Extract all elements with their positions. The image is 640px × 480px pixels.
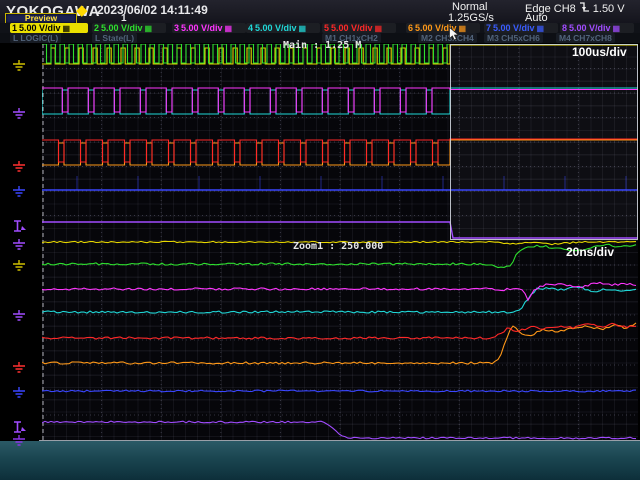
grid-icon: ▦: [458, 23, 467, 33]
state-label[interactable]: L State(L): [92, 33, 138, 43]
grid-icon: ▦: [298, 23, 307, 33]
ground-level-marker[interactable]: [12, 362, 28, 380]
mouse-cursor-icon: [449, 26, 460, 46]
top-status-bar: YOKOGAWA ◆ 2023/06/02 14:11:49 1 Preview…: [0, 0, 640, 43]
main-window-label: Main : 1.25 M: [283, 40, 362, 51]
channel-1-vdiv[interactable]: 1 5.00 V/div ▦: [10, 23, 88, 33]
channel-settings-row: 1 5.00 V/div ▦ 2 5.00 V/div ▦ 3 5.00 V/div ▦ 4…: [0, 23, 640, 33]
main-timebase-label: 100us/div: [572, 45, 627, 59]
falling-edge-icon: [579, 1, 590, 16]
ground-level-marker[interactable]: [12, 239, 28, 257]
oscilloscope-screen: YOKOGAWA ◆ 2023/06/02 14:11:49 1 Preview…: [0, 0, 640, 480]
ground-level-marker[interactable]: [12, 186, 28, 204]
plot-bottom-border: [39, 440, 640, 441]
ground-level-marker[interactable]: [12, 310, 28, 328]
math4-label[interactable]: M4 CH7xCH8: [556, 33, 615, 43]
grid-icon: ▦: [374, 23, 383, 33]
channel-5-vdiv[interactable]: 5 5.00 V/div ▦: [322, 23, 396, 33]
ground-level-marker[interactable]: [12, 387, 28, 405]
ground-level-marker[interactable]: [12, 161, 28, 179]
ground-level-marker[interactable]: [12, 108, 28, 126]
zoom-window-label: Zoom1 : 250.000: [293, 241, 384, 252]
zoom-timebase-label: 20ns/div: [566, 245, 615, 259]
grid-icon: ▦: [224, 23, 233, 33]
grid-icon: ▦: [612, 23, 621, 33]
ground-level-marker[interactable]: [12, 60, 28, 78]
channel-4-vdiv[interactable]: 4 5.00 V/div ▦: [246, 23, 320, 33]
channel-8-vdiv[interactable]: 8 5.00 V/div ▦: [560, 23, 634, 33]
ground-level-marker[interactable]: [12, 435, 28, 453]
softkey-menu-area: [0, 441, 640, 480]
channel-3-vdiv[interactable]: 3 5.00 V/div ▦: [172, 23, 246, 33]
channel-6-vdiv[interactable]: 6 5.00 V/div ▦: [406, 23, 480, 33]
math3-label[interactable]: M3 CH5xCH6: [484, 33, 543, 43]
logic-position-marker[interactable]: [12, 220, 28, 238]
math2-label[interactable]: M2 CH3xCH4: [418, 33, 477, 43]
grid-icon: ▦: [62, 23, 71, 33]
brand-diamond-icon: ◆: [76, 2, 88, 19]
zoom-waveform-window[interactable]: [42, 240, 638, 440]
trigger-level: 1.50 V: [592, 2, 625, 15]
channel-2-vdiv[interactable]: 2 5.00 V/div ▦: [92, 23, 166, 33]
logic-label[interactable]: L LOGIC(L): [10, 33, 62, 43]
main-waveform-window[interactable]: [42, 44, 638, 240]
channel-7-vdiv[interactable]: 7 5.00 V/div ▦: [484, 23, 558, 33]
datetime-text: 2023/06/02 14:11:49: [97, 3, 208, 17]
grid-icon: ▦: [536, 23, 545, 33]
grid-icon: ▦: [144, 23, 153, 33]
ground-level-marker[interactable]: [12, 260, 28, 278]
